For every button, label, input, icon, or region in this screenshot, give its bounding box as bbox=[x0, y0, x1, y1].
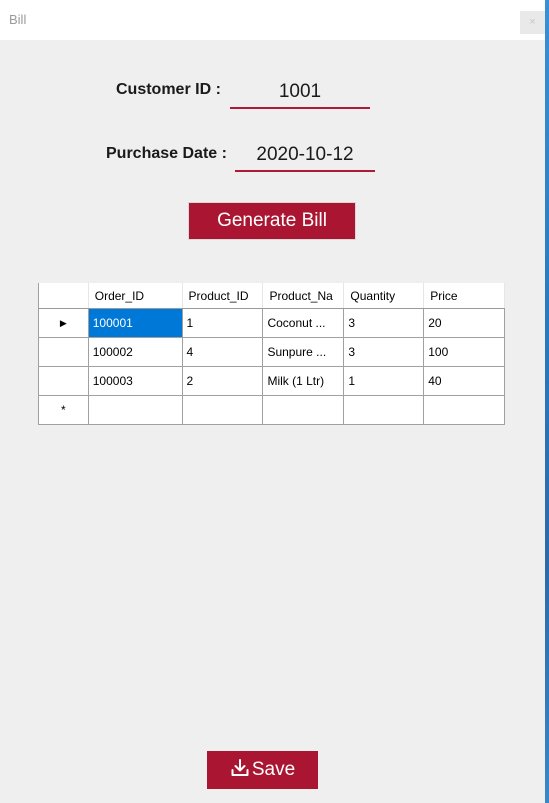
column-header-order-id[interactable]: Order_ID bbox=[88, 283, 183, 309]
table-cell[interactable]: Sunpure ... bbox=[262, 337, 345, 367]
table-cell[interactable]: Coconut ... bbox=[262, 308, 345, 338]
desktop-background-strip bbox=[545, 0, 549, 803]
download-icon bbox=[231, 759, 249, 776]
table-cell[interactable]: 3 bbox=[343, 308, 425, 338]
table-cell[interactable]: 2 bbox=[181, 366, 264, 396]
table-cell[interactable]: 1 bbox=[181, 308, 264, 338]
customer-id-label: Customer ID : bbox=[116, 81, 221, 98]
new-row-marker-icon[interactable]: * bbox=[38, 395, 89, 425]
row-header-corner bbox=[38, 283, 89, 309]
title-bar: Bill × bbox=[0, 0, 545, 40]
table-row[interactable]: ▶ 100001 1 Coconut ... 3 20 bbox=[38, 308, 505, 338]
table-row[interactable]: 100003 2 Milk (1 Ltr) 1 40 bbox=[38, 366, 505, 396]
window-title: Bill bbox=[9, 12, 27, 27]
table-cell[interactable]: 100003 bbox=[87, 366, 183, 396]
current-row-marker-icon[interactable]: ▶ bbox=[38, 308, 89, 338]
table-cell[interactable]: 100001 bbox=[87, 308, 183, 338]
column-header-price[interactable]: Price bbox=[423, 283, 505, 309]
table-cell[interactable]: 3 bbox=[343, 337, 425, 367]
row-header[interactable] bbox=[38, 366, 89, 396]
table-cell[interactable] bbox=[423, 395, 505, 425]
row-header[interactable] bbox=[38, 337, 89, 367]
column-header-product-id[interactable]: Product_ID bbox=[182, 283, 264, 309]
table-row[interactable]: 100002 4 Sunpure ... 3 100 bbox=[38, 337, 505, 367]
table-cell[interactable]: 4 bbox=[181, 337, 264, 367]
bill-window: Bill × Customer ID : 1001 Purchase Date … bbox=[0, 0, 545, 803]
table-header-row: Order_ID Product_ID Product_Na Quantity … bbox=[38, 283, 505, 309]
table-cell[interactable]: 100002 bbox=[87, 337, 183, 367]
table-cell[interactable] bbox=[262, 395, 345, 425]
save-button[interactable]: Save bbox=[207, 751, 318, 789]
order-data-grid[interactable]: Order_ID Product_ID Product_Na Quantity … bbox=[38, 283, 505, 428]
new-row[interactable]: * bbox=[38, 395, 505, 425]
table-cell[interactable]: Milk (1 Ltr) bbox=[262, 366, 345, 396]
table-cell[interactable]: 20 bbox=[423, 308, 505, 338]
table-cell[interactable] bbox=[87, 395, 183, 425]
purchase-date-label: Purchase Date : bbox=[106, 145, 227, 162]
close-button[interactable]: × bbox=[520, 11, 545, 34]
purchase-date-field[interactable]: 2020-10-12 bbox=[235, 140, 375, 172]
table-cell[interactable]: 1 bbox=[343, 366, 425, 396]
customer-id-field[interactable]: 1001 bbox=[230, 77, 370, 109]
table-cell[interactable] bbox=[343, 395, 425, 425]
column-header-quantity[interactable]: Quantity bbox=[343, 283, 425, 309]
column-header-product-name[interactable]: Product_Na bbox=[262, 283, 345, 309]
generate-bill-button[interactable]: Generate Bill bbox=[189, 203, 355, 239]
table-cell[interactable]: 40 bbox=[423, 366, 505, 396]
save-button-label: Save bbox=[251, 759, 296, 780]
table-cell[interactable] bbox=[181, 395, 264, 425]
table-cell[interactable]: 100 bbox=[423, 337, 505, 367]
order-table: Order_ID Product_ID Product_Na Quantity … bbox=[38, 283, 505, 425]
